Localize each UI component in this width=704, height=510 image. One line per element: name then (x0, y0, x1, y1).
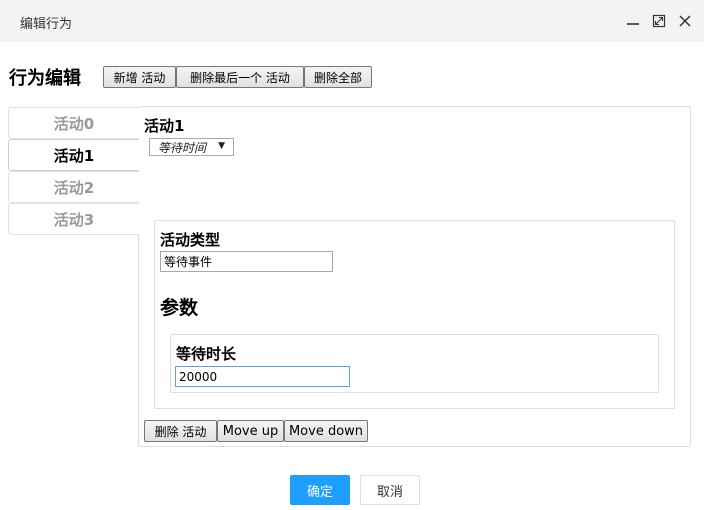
tab-activity-3[interactable]: 活动3 (8, 203, 139, 235)
add-activity-button[interactable]: 新增 活动 (103, 66, 176, 88)
dropdown-arrow-icon: ▼ (218, 141, 225, 151)
params-heading: 参数 (160, 297, 199, 319)
move-down-button[interactable]: Move down (284, 420, 368, 442)
dialog-titlebar: 编辑行为 (0, 0, 704, 42)
wait-duration-input[interactable] (175, 366, 350, 387)
delete-all-button[interactable]: 删除全部 (304, 66, 372, 88)
dialog-title: 编辑行为 (20, 17, 73, 32)
confirm-button[interactable]: 确定 (290, 475, 350, 505)
activity-type-label: 活动类型 (160, 231, 221, 249)
tab-activity-0[interactable]: 活动0 (8, 107, 139, 139)
close-icon[interactable] (674, 10, 696, 32)
delete-last-activity-button[interactable]: 删除最后一个 活动 (176, 66, 304, 88)
select-value: 等待时间 (158, 140, 207, 155)
wait-duration-label: 等待时长 (176, 345, 237, 363)
move-up-button[interactable]: Move up (217, 420, 284, 442)
activity-type-input[interactable] (160, 251, 333, 272)
activity-type-select[interactable]: 等待时间 ▼ (149, 138, 234, 156)
page-title: 行为编辑 (9, 68, 81, 89)
tab-activity-2[interactable]: 活动2 (8, 171, 139, 203)
cancel-button[interactable]: 取消 (360, 475, 420, 505)
activity-title: 活动1 (144, 117, 185, 135)
delete-activity-button[interactable]: 删除 活动 (144, 420, 217, 442)
maximize-icon[interactable] (648, 10, 670, 32)
tab-activity-1[interactable]: 活动1 (8, 139, 139, 171)
minimize-icon[interactable] (622, 10, 644, 32)
